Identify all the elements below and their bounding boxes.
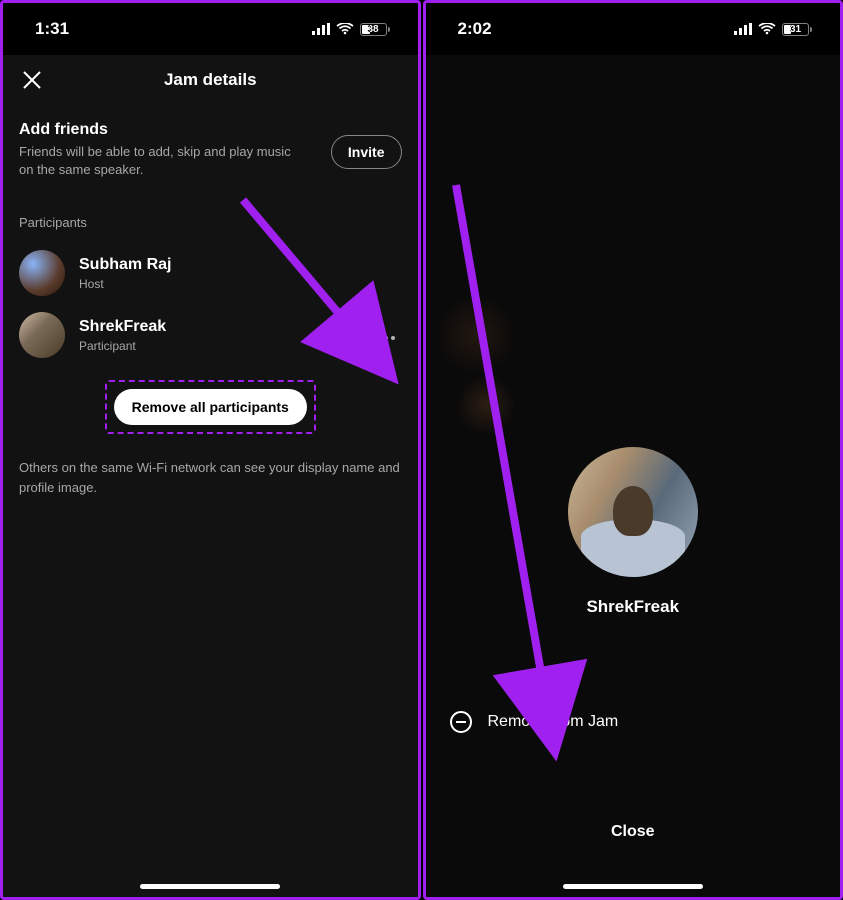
cellular-icon (312, 23, 330, 35)
status-bar: 1:31 38 (3, 3, 418, 55)
page-title: Jam details (164, 70, 257, 90)
status-bar: 2:02 31 (426, 3, 841, 55)
home-indicator (140, 884, 280, 889)
highlight-annotation: Remove all participants (3, 366, 418, 448)
add-friends-heading: Add friends (19, 121, 299, 139)
remove-from-jam-label: Remove from Jam (488, 713, 619, 731)
participant-name: Subham Raj (79, 256, 402, 274)
participant-name: ShrekFreak (586, 597, 679, 617)
wifi-icon (336, 23, 354, 35)
more-options-button[interactable] (370, 319, 402, 352)
battery-icon: 38 (360, 23, 390, 36)
remove-from-jam-button[interactable]: Remove from Jam (426, 697, 841, 747)
add-friends-section: Add friends Friends will be able to add,… (3, 105, 418, 189)
battery-percent: 38 (361, 24, 386, 35)
remove-minus-icon (450, 711, 472, 733)
participant-action-sheet: ShrekFreak Remove from Jam Close (426, 55, 841, 897)
avatar (19, 312, 65, 358)
participant-role: Host (79, 277, 402, 291)
cellular-icon (734, 23, 752, 35)
jam-details-screen: Jam details Add friends Friends will be … (3, 55, 418, 897)
close-button[interactable]: Close (595, 807, 671, 857)
status-time: 2:02 (458, 19, 492, 39)
participants-label: Participants (3, 189, 418, 242)
phone-right: 2:02 31 ShrekFre (423, 0, 843, 900)
home-indicator (563, 884, 703, 889)
phone-left: 1:31 38 Jam details (0, 0, 421, 900)
wifi-icon (758, 23, 776, 35)
avatar (19, 250, 65, 296)
add-friends-description: Friends will be able to add, skip and pl… (19, 143, 299, 179)
invite-button[interactable]: Invite (331, 135, 402, 169)
battery-percent: 31 (783, 24, 808, 35)
status-time: 1:31 (35, 19, 69, 39)
status-right: 31 (734, 23, 812, 36)
header: Jam details (3, 55, 418, 105)
participant-avatar-large (568, 447, 698, 577)
status-right: 38 (312, 23, 390, 36)
participant-role: Participant (79, 339, 356, 353)
participant-name: ShrekFreak (79, 318, 356, 336)
wifi-visibility-note: Others on the same Wi-Fi network can see… (3, 448, 418, 507)
close-button[interactable] (19, 67, 45, 93)
participant-row-host: Subham Raj Host (3, 242, 418, 304)
battery-icon: 31 (782, 23, 812, 36)
remove-all-participants-button[interactable]: Remove all participants (114, 389, 307, 425)
participant-row: ShrekFreak Participant (3, 304, 418, 366)
